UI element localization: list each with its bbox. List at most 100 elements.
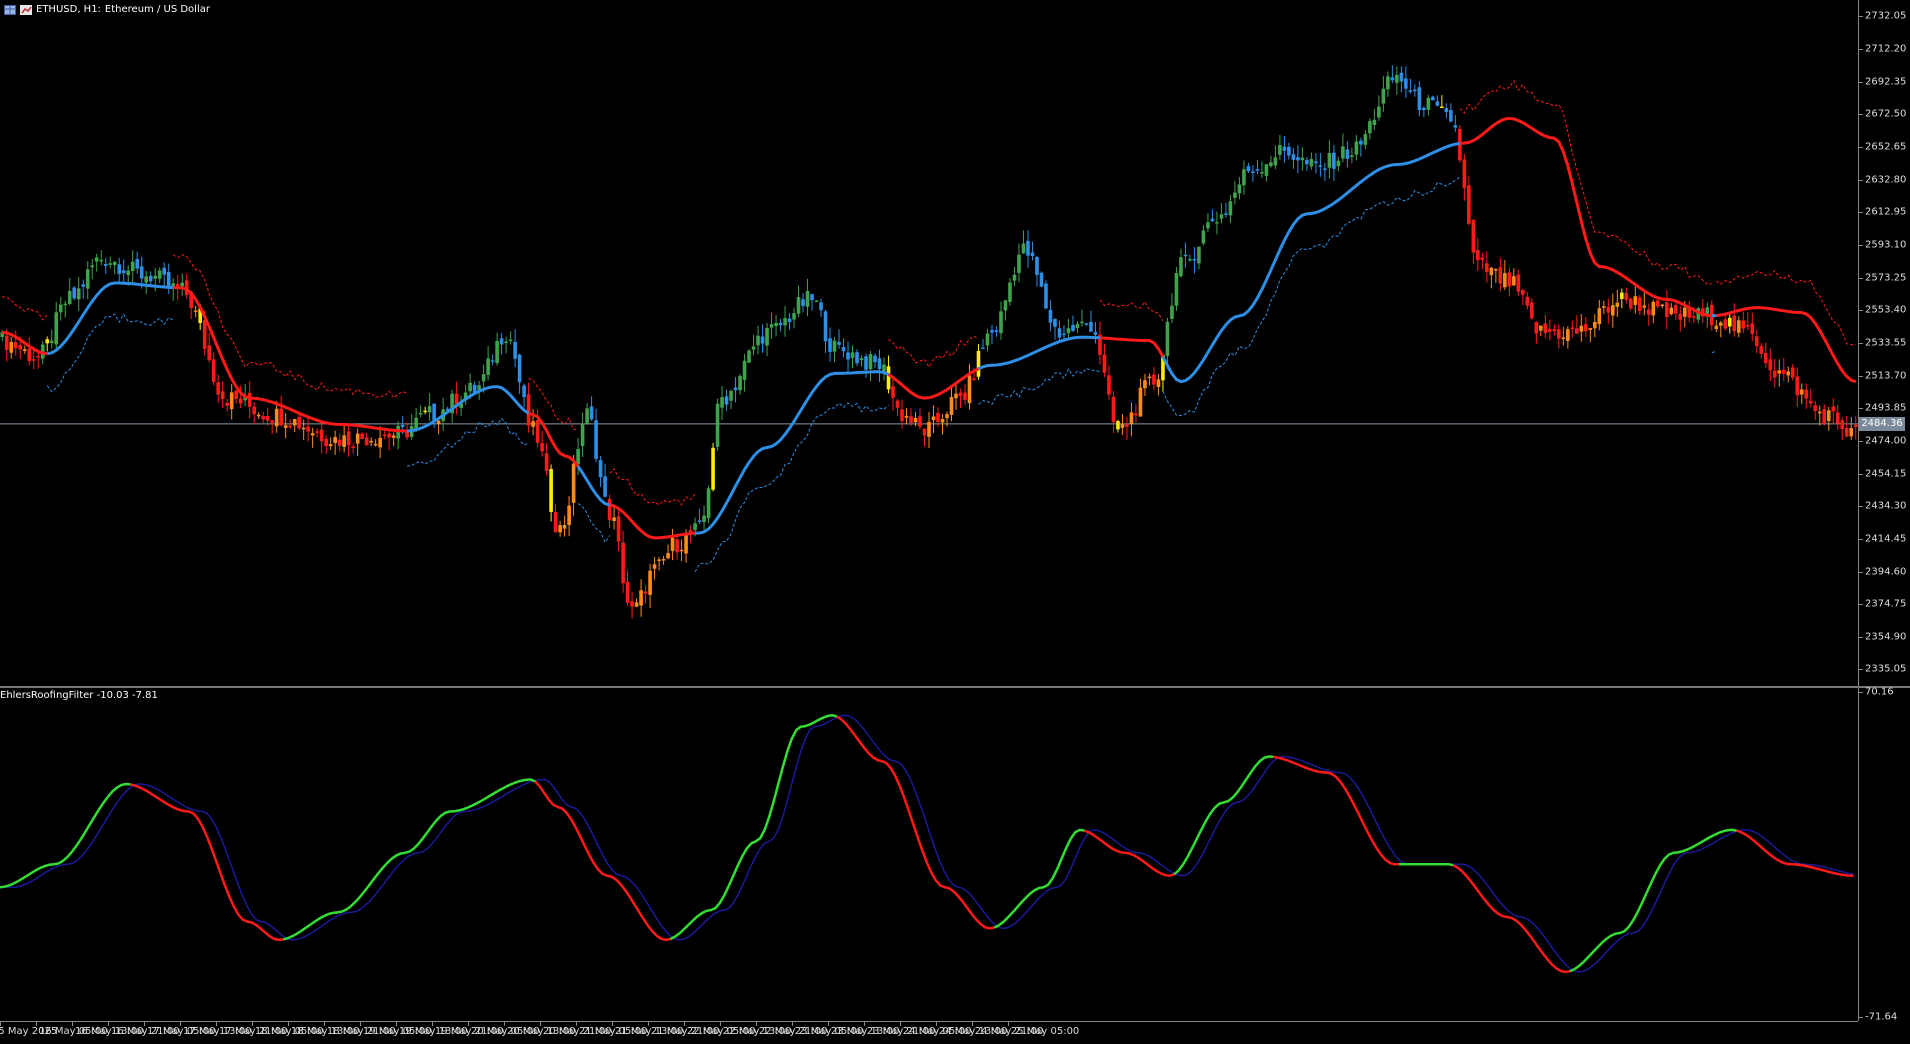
candle xyxy=(1813,401,1817,420)
candle xyxy=(230,384,234,420)
candle xyxy=(927,412,931,448)
chart-type-icon[interactable] xyxy=(20,5,32,15)
candle xyxy=(1413,84,1417,96)
candle xyxy=(567,496,571,536)
candle xyxy=(1485,251,1489,282)
candle xyxy=(338,434,342,452)
candle xyxy=(1175,267,1179,311)
candle xyxy=(1652,300,1656,323)
price-axis-label: 2493.85 xyxy=(1865,403,1906,414)
candle xyxy=(122,259,126,281)
candle xyxy=(1737,316,1741,337)
candle xyxy=(1134,404,1138,422)
candle xyxy=(1598,300,1602,330)
candle xyxy=(824,310,828,353)
time-axis[interactable]: 15 May 202516 May 05:0016 May 13:0016 Ma… xyxy=(0,1021,1858,1044)
candle xyxy=(392,432,396,446)
candle xyxy=(342,425,346,453)
oscillator-chart[interactable] xyxy=(0,688,1858,1021)
price-axis-tick xyxy=(1859,212,1863,213)
candle xyxy=(1499,258,1503,291)
price-axis-label: 2553.40 xyxy=(1865,305,1906,316)
price-axis-tick xyxy=(1859,669,1863,670)
candle xyxy=(1661,304,1665,308)
candle xyxy=(1107,365,1111,399)
candle xyxy=(882,357,886,380)
price-axis-label: 2374.75 xyxy=(1865,599,1906,610)
price-axis-tick xyxy=(1859,637,1863,638)
candle xyxy=(608,495,612,528)
candle xyxy=(662,556,666,565)
candle xyxy=(1674,301,1678,320)
band-line-segment xyxy=(1712,351,1717,352)
candle xyxy=(1089,311,1093,332)
candle xyxy=(1278,135,1282,160)
candle xyxy=(527,383,531,433)
candle xyxy=(1512,268,1516,286)
candle xyxy=(1013,267,1017,286)
candle xyxy=(351,443,355,454)
candle xyxy=(1220,203,1224,223)
candle xyxy=(1157,374,1161,396)
candle xyxy=(1809,389,1813,408)
candle xyxy=(500,333,504,355)
osc-axis-top: 70.16 xyxy=(1865,687,1894,698)
candle xyxy=(1283,136,1287,163)
candle xyxy=(144,271,148,294)
candle xyxy=(248,382,252,419)
candle xyxy=(761,324,765,353)
candle xyxy=(63,301,67,318)
candle xyxy=(639,579,643,617)
candle xyxy=(86,261,90,299)
candle xyxy=(1746,312,1750,330)
candle xyxy=(738,374,742,394)
candle xyxy=(410,414,414,440)
time-axis-tick xyxy=(684,1022,685,1026)
candle xyxy=(293,419,297,432)
candle xyxy=(221,381,225,408)
candle xyxy=(1539,326,1543,336)
trend-line-segment xyxy=(1460,118,1712,316)
candle xyxy=(9,337,13,359)
price-axis-label: 2513.70 xyxy=(1865,370,1906,381)
candle xyxy=(1269,156,1273,168)
oscillator-axis[interactable]: 70.16 -71.64 xyxy=(1858,688,1910,1021)
candle xyxy=(365,433,369,446)
osc-axis-bottom: -71.64 xyxy=(1865,1012,1897,1023)
candle xyxy=(1584,317,1588,337)
price-chart[interactable] xyxy=(0,0,1858,686)
candle xyxy=(279,396,283,427)
time-axis-tick xyxy=(180,1022,181,1026)
candle xyxy=(1346,141,1350,167)
candle xyxy=(1723,316,1727,331)
time-axis-tick xyxy=(576,1022,577,1026)
time-axis-tick xyxy=(288,1022,289,1026)
oscillator-line-segment xyxy=(1174,757,1273,875)
candle xyxy=(1476,238,1480,271)
candle xyxy=(995,326,999,337)
candle xyxy=(756,326,760,355)
candle xyxy=(68,278,72,305)
band-line-segment xyxy=(2,297,47,320)
candle xyxy=(360,432,364,439)
candle xyxy=(810,294,814,311)
candle xyxy=(1125,417,1129,440)
candle xyxy=(1422,106,1426,117)
candle xyxy=(104,258,108,274)
candle xyxy=(1562,327,1566,346)
candle xyxy=(963,384,967,405)
candle xyxy=(873,353,877,368)
candle xyxy=(1687,301,1691,322)
price-axis-tick xyxy=(1859,408,1863,409)
price-axis-label: 2712.20 xyxy=(1865,44,1906,55)
candle xyxy=(968,364,972,410)
candle xyxy=(999,302,1003,340)
candle xyxy=(171,278,175,301)
grid-icon[interactable] xyxy=(4,5,16,15)
price-axis[interactable]: 2732.052712.202692.352672.502652.652632.… xyxy=(1858,0,1910,686)
candle xyxy=(1310,152,1314,169)
time-axis-tick xyxy=(144,1022,145,1026)
candle xyxy=(1031,242,1035,261)
price-axis-tick xyxy=(1859,147,1863,148)
band-line-segment xyxy=(610,469,696,505)
